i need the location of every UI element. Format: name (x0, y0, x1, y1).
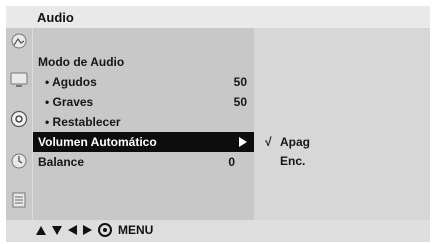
menu-item-value: 0 (228, 155, 235, 169)
monitor-icon[interactable] (10, 70, 28, 88)
up-arrow-icon (36, 225, 46, 235)
page-title: Audio (37, 10, 74, 25)
menu-item-value: 50 (233, 95, 247, 109)
menu-label: MENU (118, 223, 154, 237)
menu-item-balance[interactable]: Balance 0 (33, 152, 254, 172)
audio-menu-panel: Modo de Audio • Agudos 50 • Graves 50 • … (33, 28, 254, 220)
ok-icon (98, 223, 112, 237)
settings-icon[interactable] (10, 191, 28, 209)
navigation-hints: MENU (36, 223, 153, 237)
submenu-arrow-icon (239, 137, 247, 147)
menu-item-label: Modo de Audio (38, 55, 125, 69)
check-icon: √ (265, 135, 272, 149)
menu-item-restablecer[interactable]: • Restablecer (33, 112, 254, 132)
menu-item-value: 50 (233, 75, 247, 89)
clock-icon[interactable] (10, 152, 28, 170)
audio-icon[interactable] (10, 110, 28, 128)
title-bar: Audio (6, 6, 430, 28)
submenu-option-label: Apag (280, 135, 310, 149)
menu-item-modo-de-audio[interactable]: Modo de Audio (33, 52, 254, 72)
submenu-option-enc[interactable]: Enc. (265, 154, 305, 168)
down-arrow-icon (52, 225, 62, 235)
left-arrow-icon (68, 225, 77, 235)
menu-item-graves[interactable]: • Graves 50 (33, 92, 254, 112)
menu-item-label: • Agudos (45, 75, 97, 89)
submenu-panel: √ Apag Enc. (254, 28, 430, 220)
right-arrow-icon (83, 225, 92, 235)
audio-osd-menu: Audio Modo de Audio • Agudos 50 • Graves… (6, 6, 430, 242)
submenu-option-label: Enc. (280, 154, 306, 168)
menu-item-label: Balance (38, 155, 85, 169)
menu-item-label: • Restablecer (45, 115, 121, 129)
menu-item-label: Volumen Automático (38, 135, 157, 149)
category-sidebar (6, 28, 32, 220)
menu-item-agudos[interactable]: • Agudos 50 (33, 72, 254, 92)
menu-item-volumen-automatico[interactable]: Volumen Automático (33, 132, 254, 152)
picture-icon[interactable] (10, 32, 28, 50)
navigation-hint-bar: MENU (6, 220, 430, 242)
submenu-option-apag[interactable]: √ Apag (265, 135, 310, 149)
menu-item-label: • Graves (45, 95, 94, 109)
